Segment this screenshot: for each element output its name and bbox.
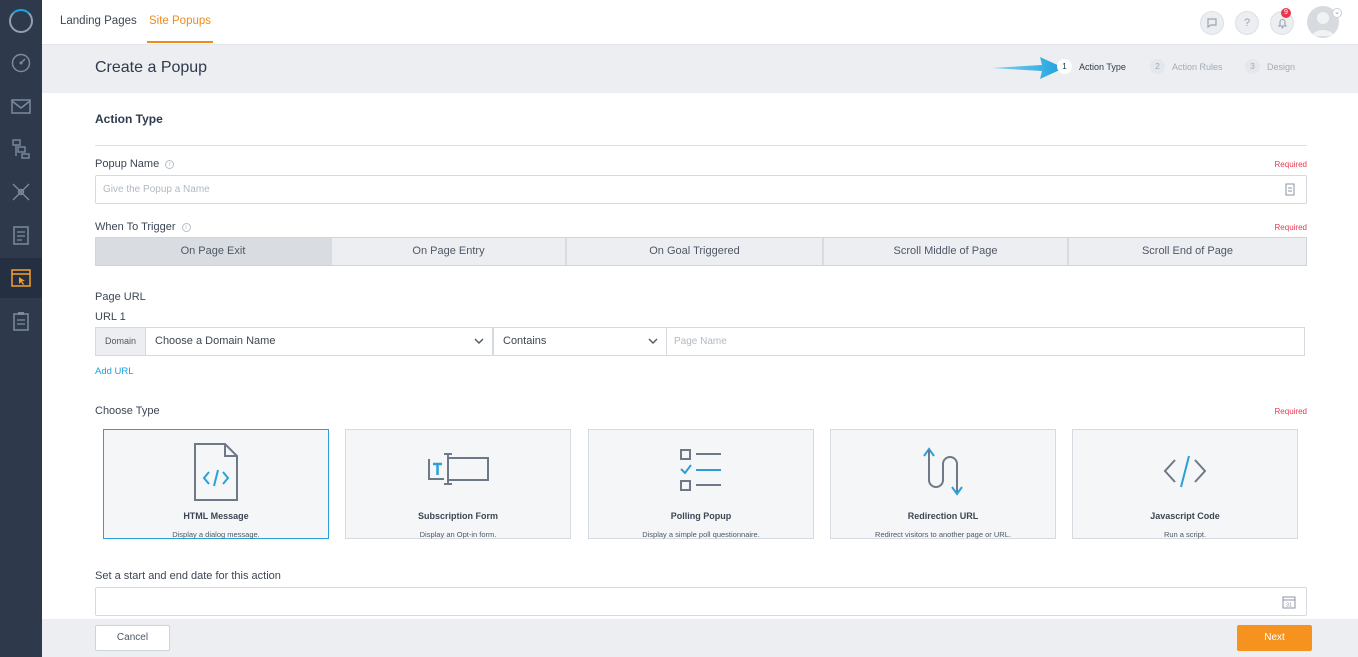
page-title: Create a Popup bbox=[95, 59, 208, 76]
email-icon[interactable] bbox=[9, 94, 33, 118]
domain-select[interactable]: Choose a Domain Name bbox=[145, 327, 493, 356]
step-label: Design bbox=[1267, 61, 1296, 72]
type-card-subscription-form[interactable]: Subscription Form Display an Opt-in form… bbox=[345, 429, 571, 539]
type-card-desc: Display a dialog message. bbox=[172, 530, 260, 539]
step-number: 2 bbox=[1150, 59, 1165, 74]
trigger-option-goal-triggered[interactable]: On Goal Triggered bbox=[567, 238, 824, 265]
type-card-desc: Display an Opt-in form. bbox=[419, 530, 497, 539]
type-card-title: Javascript Code bbox=[1150, 511, 1220, 521]
required-marker: Required bbox=[1274, 160, 1307, 169]
left-nav-rail bbox=[0, 0, 42, 657]
info-icon[interactable]: i bbox=[165, 160, 175, 169]
page-url-label: Page URL bbox=[95, 291, 146, 303]
next-button[interactable]: Next bbox=[1237, 625, 1312, 651]
popup-name-label: Popup Name i bbox=[95, 158, 175, 170]
type-card-title: Polling Popup bbox=[670, 511, 732, 521]
network-icon[interactable] bbox=[9, 180, 33, 204]
chevron-down-icon bbox=[648, 338, 658, 344]
type-card-html-message[interactable]: HTML Message Display a dialog message. bbox=[103, 429, 329, 539]
type-card-desc: Redirect visitors to another page or URL… bbox=[875, 530, 1011, 539]
code-brackets-icon bbox=[1163, 455, 1207, 488]
dashboard-gauge-icon[interactable] bbox=[9, 51, 33, 75]
add-url-link[interactable]: Add URL bbox=[95, 366, 134, 377]
step-number: 3 bbox=[1245, 59, 1260, 74]
footer-bar: Cancel Next bbox=[42, 619, 1358, 657]
chevron-down-icon[interactable]: ⌄ bbox=[1332, 8, 1342, 18]
chevron-down-icon bbox=[474, 338, 484, 344]
pointer-arrow-icon bbox=[992, 57, 1064, 79]
url-row: Domain Choose a Domain Name Contains Pag… bbox=[95, 327, 1305, 356]
domain-select-value: Choose a Domain Name bbox=[155, 335, 276, 347]
top-bar: Landing Pages Site Popups ? 9 ⌄ bbox=[42, 0, 1358, 45]
step-action-type: 1 Action Type bbox=[1057, 59, 1126, 74]
popup-type-cards: HTML Message Display a dialog message. S… bbox=[103, 429, 1299, 539]
type-card-desc: Display a simple poll questionnaire. bbox=[642, 530, 760, 539]
type-card-title: Redirection URL bbox=[907, 511, 979, 521]
help-icon[interactable]: ? bbox=[1235, 11, 1259, 35]
redirect-arrows-icon bbox=[923, 447, 963, 496]
date-range-label: Set a start and end date for this action bbox=[95, 570, 281, 582]
tab-site-popups[interactable]: Site Popups bbox=[147, 0, 214, 43]
step-label: Action Rules bbox=[1172, 61, 1223, 72]
type-card-title: HTML Message bbox=[183, 511, 249, 521]
trigger-option-page-entry[interactable]: On Page Entry bbox=[332, 238, 567, 265]
trigger-segmented-control: On Page Exit On Page Entry On Goal Trigg… bbox=[95, 237, 1307, 266]
step-design: 3 Design bbox=[1245, 59, 1295, 74]
step-label: Action Type bbox=[1079, 61, 1126, 72]
tab-landing-pages[interactable]: Landing Pages bbox=[60, 0, 137, 43]
trigger-option-page-exit[interactable]: On Page Exit bbox=[96, 238, 332, 265]
step-number: 1 bbox=[1057, 59, 1072, 74]
date-range-field[interactable]: 31 bbox=[95, 587, 1307, 616]
text-field-icon bbox=[426, 453, 489, 485]
match-type-value: Contains bbox=[503, 335, 547, 347]
required-marker: Required bbox=[1274, 407, 1307, 416]
type-card-javascript-code[interactable]: Javascript Code Run a script. bbox=[1072, 429, 1298, 539]
type-card-title: Subscription Form bbox=[417, 511, 498, 521]
text-field-icon bbox=[1285, 183, 1295, 196]
trigger-option-scroll-end[interactable]: Scroll End of Page bbox=[1069, 238, 1306, 265]
trigger-label-text: When To Trigger bbox=[95, 221, 176, 233]
site-popups-icon[interactable] bbox=[0, 258, 42, 298]
type-card-redirection-url[interactable]: Redirection URL Redirect visitors to ano… bbox=[830, 429, 1056, 539]
popup-name-field[interactable]: Give the Popup a Name bbox=[95, 175, 1307, 204]
calendar-day: 31 bbox=[1286, 603, 1292, 609]
notification-bell-icon[interactable]: 9 bbox=[1270, 8, 1294, 35]
logo-ring-icon[interactable] bbox=[9, 9, 33, 33]
page-name-input[interactable]: Page Name bbox=[666, 327, 1305, 356]
url-1-label: URL 1 bbox=[95, 311, 126, 323]
domain-tag: Domain bbox=[95, 327, 146, 356]
document-icon[interactable] bbox=[9, 223, 33, 247]
type-card-polling-popup[interactable]: Polling Popup Display a simple poll ques… bbox=[588, 429, 814, 539]
choose-type-label: Choose Type bbox=[95, 405, 160, 417]
match-type-select[interactable]: Contains bbox=[493, 327, 667, 356]
section-title: Action Type bbox=[95, 112, 163, 126]
trigger-label: When To Trigger i bbox=[95, 221, 191, 233]
popup-name-label-text: Popup Name bbox=[95, 158, 160, 170]
page-header: Create a Popup 1 Action Type 2 Action Ru… bbox=[42, 45, 1358, 93]
required-marker: Required bbox=[1274, 223, 1307, 232]
cancel-button[interactable]: Cancel bbox=[95, 625, 170, 651]
type-card-desc: Run a script. bbox=[1163, 530, 1207, 539]
automation-flow-icon[interactable] bbox=[9, 137, 33, 161]
divider bbox=[95, 145, 1307, 146]
trigger-option-scroll-middle[interactable]: Scroll Middle of Page bbox=[824, 238, 1069, 265]
popup-name-placeholder: Give the Popup a Name bbox=[103, 184, 210, 195]
calendar-icon[interactable]: 31 bbox=[1282, 595, 1296, 609]
chat-icon[interactable] bbox=[1200, 11, 1224, 35]
clipboard-icon[interactable] bbox=[9, 309, 33, 333]
notification-badge: 9 bbox=[1281, 8, 1291, 18]
checklist-icon bbox=[680, 449, 721, 491]
info-icon[interactable]: i bbox=[181, 223, 191, 232]
html-file-icon bbox=[194, 443, 238, 501]
step-action-rules: 2 Action Rules bbox=[1150, 59, 1223, 74]
